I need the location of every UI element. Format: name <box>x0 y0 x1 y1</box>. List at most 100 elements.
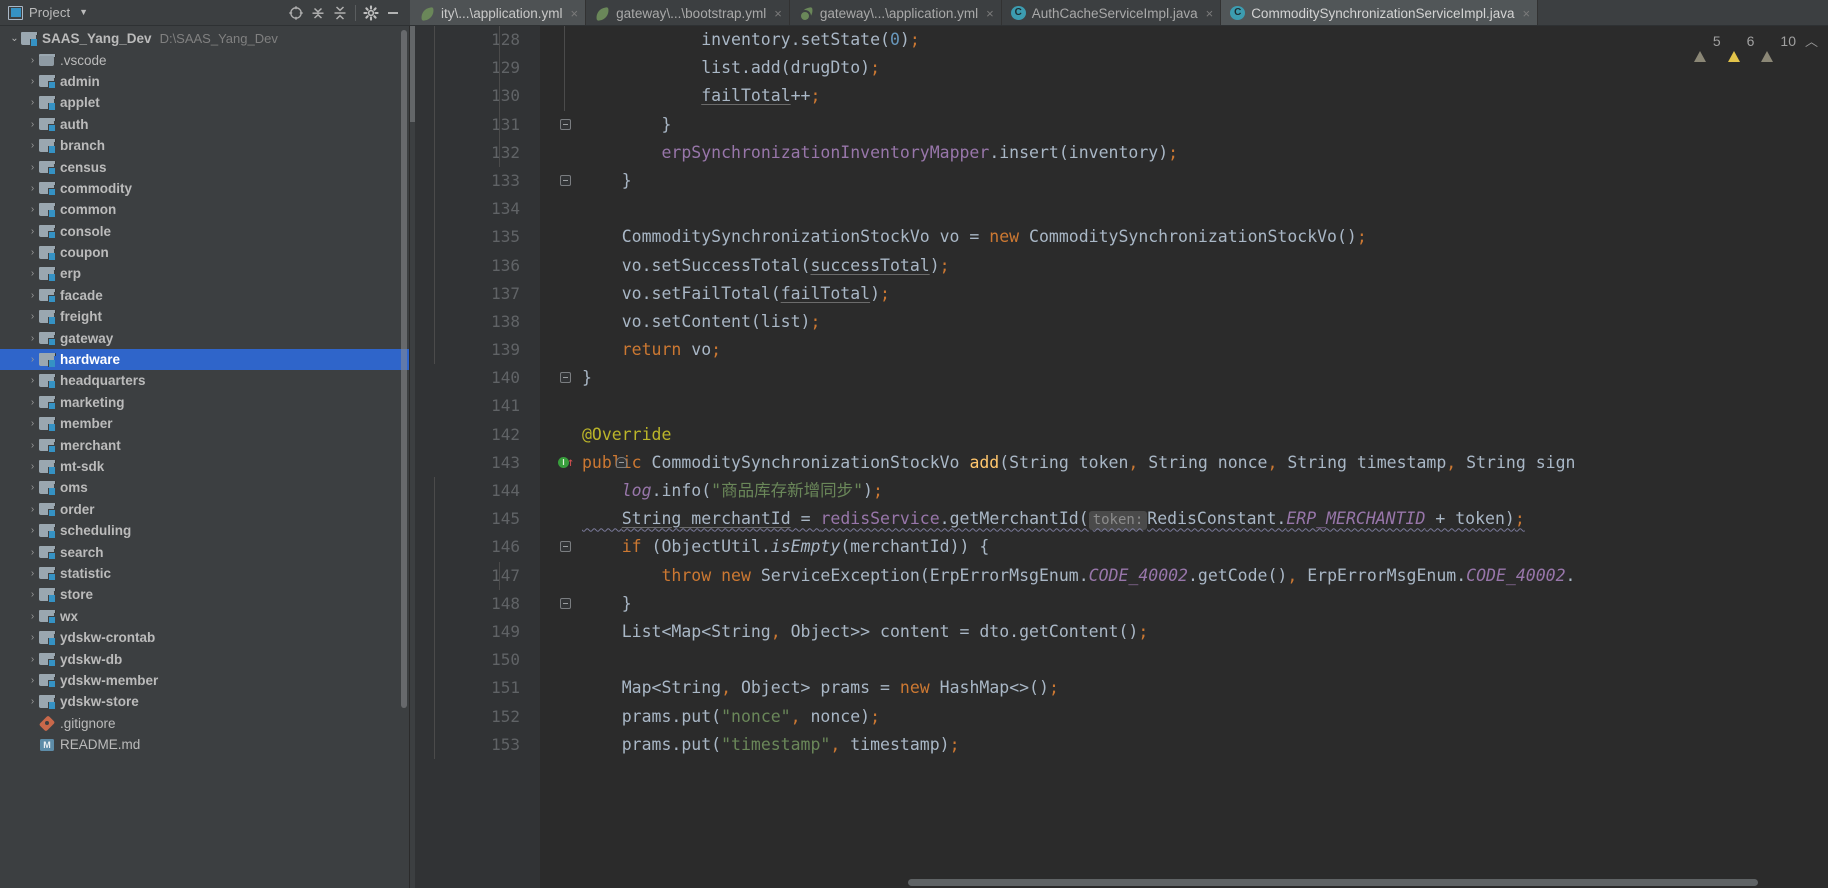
chevron-right-icon[interactable]: › <box>26 183 39 194</box>
tree-item-gateway[interactable]: › gateway <box>0 327 410 348</box>
chevron-right-icon[interactable]: › <box>26 504 39 515</box>
code-editor[interactable]: 5 6 10 ︿ 128 inventory.setState(0); 129 … <box>410 26 1828 888</box>
tree-item-commodity[interactable]: › commodity <box>0 178 410 199</box>
hide-panel-icon[interactable] <box>382 2 404 24</box>
code-text: } <box>582 368 592 388</box>
gutter-marker[interactable] <box>530 590 582 618</box>
chevron-right-icon[interactable]: › <box>26 525 39 536</box>
tree-item-admin[interactable]: › admin <box>0 71 410 92</box>
chevron-down-icon[interactable]: ⌄ <box>8 33 21 44</box>
gutter-marker[interactable] <box>530 364 582 392</box>
tree-item-readmemd[interactable]: README.md <box>0 734 410 755</box>
close-tab-icon[interactable]: × <box>1206 6 1214 21</box>
chevron-right-icon[interactable]: › <box>26 204 39 215</box>
chevron-right-icon[interactable]: › <box>26 55 39 66</box>
chevron-right-icon[interactable]: › <box>26 354 39 365</box>
editor-tab-bootstrap-yml[interactable]: gateway\...\bootstrap.yml × <box>586 0 790 25</box>
tree-item-order[interactable]: › order <box>0 499 410 520</box>
chevron-right-icon[interactable]: › <box>26 119 39 130</box>
gutter-marker[interactable]: I ↑ <box>530 449 627 477</box>
tree-item-coupon[interactable]: › coupon <box>0 242 410 263</box>
editor-horizontal-scrollbar-thumb[interactable] <box>908 879 1758 886</box>
chevron-right-icon[interactable]: › <box>26 589 39 600</box>
project-tree-scrollbar[interactable] <box>401 30 407 708</box>
tree-item-branch[interactable]: › branch <box>0 135 410 156</box>
chevron-right-icon[interactable]: › <box>26 675 39 686</box>
tree-item-marketing[interactable]: › marketing <box>0 392 410 413</box>
tree-item-store[interactable]: › store <box>0 584 410 605</box>
chevron-down-icon[interactable]: ▼ <box>79 8 88 17</box>
tree-item-facade[interactable]: › facade <box>0 285 410 306</box>
tree-item-census[interactable]: › census <box>0 156 410 177</box>
tree-item-root[interactable]: ⌄ SAAS_Yang_Dev D:\SAAS_Yang_Dev <box>0 28 410 49</box>
close-tab-icon[interactable]: × <box>986 6 994 21</box>
tree-item-ydskw-db[interactable]: › ydskw-db <box>0 648 410 669</box>
tree-item-merchant[interactable]: › merchant <box>0 434 410 455</box>
tree-item-ydskw-crontab[interactable]: › ydskw-crontab <box>0 627 410 648</box>
tree-item-freight[interactable]: › freight <box>0 306 410 327</box>
chevron-right-icon[interactable]: › <box>26 333 39 344</box>
chevron-right-icon[interactable]: › <box>26 162 39 173</box>
project-tree: ⌄ SAAS_Yang_Dev D:\SAAS_Yang_Dev › .vscod… <box>0 26 410 755</box>
chevron-right-icon[interactable]: › <box>26 547 39 558</box>
chevron-right-icon[interactable]: › <box>26 568 39 579</box>
tree-item-common[interactable]: › common <box>0 199 410 220</box>
expand-all-icon[interactable] <box>307 2 329 24</box>
chevron-right-icon[interactable]: › <box>26 268 39 279</box>
tree-item-gitignore[interactable]: .gitignore <box>0 713 410 734</box>
chevron-up-icon[interactable]: ︿ <box>1805 31 1818 50</box>
code-line: 131 } <box>410 110 1828 139</box>
chevron-right-icon[interactable]: › <box>26 632 39 643</box>
tree-item-applet[interactable]: › applet <box>0 92 410 113</box>
chevron-right-icon[interactable]: › <box>26 482 39 493</box>
collapse-all-icon[interactable] <box>329 2 351 24</box>
tree-item-search[interactable]: › search <box>0 541 410 562</box>
editor-tab-application-yml-1[interactable]: ity\...\application.yml × <box>410 0 587 25</box>
tree-item-ydskw-member[interactable]: › ydskw-member <box>0 670 410 691</box>
editor-horizontal-scrollbar-track[interactable] <box>540 878 1828 888</box>
chevron-right-icon[interactable]: › <box>26 311 39 322</box>
tree-item-label: headquarters <box>60 373 146 389</box>
close-tab-icon[interactable]: × <box>774 6 782 21</box>
chevron-right-icon[interactable]: › <box>26 611 39 622</box>
settings-gear-icon[interactable] <box>360 2 382 24</box>
chevron-right-icon[interactable]: › <box>26 140 39 151</box>
close-tab-icon[interactable]: × <box>1523 6 1531 21</box>
chevron-right-icon[interactable]: › <box>26 290 39 301</box>
chevron-right-icon[interactable]: › <box>26 76 39 87</box>
tree-item-scheduling[interactable]: › scheduling <box>0 520 410 541</box>
chevron-right-icon[interactable]: › <box>26 440 39 451</box>
chevron-right-icon[interactable]: › <box>26 226 39 237</box>
select-opened-file-icon[interactable] <box>285 2 307 24</box>
tree-item-statistic[interactable]: › statistic <box>0 563 410 584</box>
tree-item-mt-sdk[interactable]: › mt-sdk <box>0 456 410 477</box>
tree-item-auth[interactable]: › auth <box>0 114 410 135</box>
inspection-widget[interactable]: 5 6 10 ︿ <box>1693 31 1818 62</box>
gutter-marker[interactable] <box>530 167 582 195</box>
tree-item-erp[interactable]: › erp <box>0 263 410 284</box>
chevron-right-icon[interactable]: › <box>26 696 39 707</box>
gutter-marker[interactable] <box>530 111 582 139</box>
editor-tab-authcacheserviceimpl[interactable]: C AuthCacheServiceImpl.java × <box>1002 0 1222 25</box>
tree-item-member[interactable]: › member <box>0 413 410 434</box>
chevron-right-icon[interactable]: › <box>26 397 39 408</box>
chevron-right-icon[interactable]: › <box>26 247 39 258</box>
tree-item-wx[interactable]: › wx <box>0 606 410 627</box>
implements-method-icon[interactable]: I ↑ <box>558 456 574 469</box>
chevron-right-icon[interactable]: › <box>26 654 39 665</box>
chevron-right-icon[interactable]: › <box>26 375 39 386</box>
tree-item-ydskw-store[interactable]: › ydskw-store <box>0 691 410 712</box>
tree-item-hardware[interactable]: › hardware <box>0 348 410 371</box>
tree-item-headquarters[interactable]: › headquarters <box>0 370 410 391</box>
editor-tab-commoditysynchronizationserviceimpl[interactable]: C CommoditySynchronizationServiceImpl.ja… <box>1221 0 1539 25</box>
tree-item-oms[interactable]: › oms <box>0 477 410 498</box>
chevron-right-icon[interactable]: › <box>26 97 39 108</box>
close-tab-icon[interactable]: × <box>571 6 579 21</box>
tree-item-vscode[interactable]: › .vscode <box>0 49 410 70</box>
chevron-right-icon[interactable]: › <box>26 418 39 429</box>
module-folder-icon <box>21 32 38 46</box>
tree-item-console[interactable]: › console <box>0 221 410 242</box>
gutter-marker[interactable] <box>530 533 582 561</box>
editor-tab-application-yml-2[interactable]: gateway\...\application.yml × <box>790 0 1002 25</box>
chevron-right-icon[interactable]: › <box>26 461 39 472</box>
